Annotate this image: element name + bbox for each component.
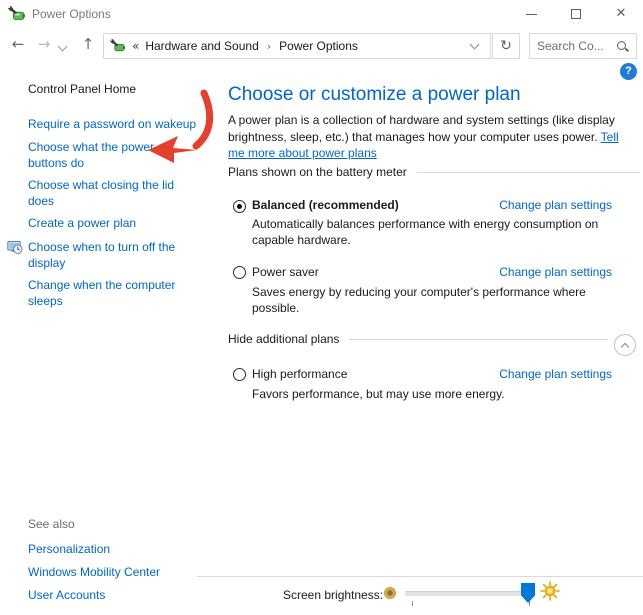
- title-bar: Power Options ✕: [0, 0, 643, 28]
- history-dropdown-icon[interactable]: [57, 41, 68, 52]
- chevron-up-icon: [620, 342, 630, 352]
- search-input[interactable]: [537, 39, 616, 53]
- search-icon[interactable]: [616, 40, 629, 53]
- sidebar-item-closing-lid[interactable]: Choose what closing the lid does: [28, 177, 180, 209]
- sidebar-item-turn-off-display[interactable]: Choose when to turn off the display: [28, 239, 180, 271]
- search-box[interactable]: [529, 33, 637, 59]
- footer-divider: [197, 576, 643, 577]
- power-options-window: Power Options ✕ ← → ↑ « Hardware and Sou…: [0, 0, 643, 615]
- plan-description-high-performance: Favors performance, but may use more ene…: [252, 387, 505, 401]
- help-icon[interactable]: ?: [620, 63, 637, 80]
- screen-brightness-label: Screen brightness:: [283, 588, 384, 602]
- plan-name-balanced[interactable]: Balanced (recommended): [252, 198, 399, 212]
- breadcrumb-collapse-chevrons[interactable]: «: [132, 39, 139, 53]
- radio-power-saver[interactable]: [233, 266, 246, 279]
- maximize-button[interactable]: [559, 0, 593, 28]
- address-dropdown-icon[interactable]: [469, 39, 480, 50]
- sidebar-item-require-password[interactable]: Require a password on wakeup: [28, 116, 196, 132]
- sidebar-item-control-panel-home[interactable]: Control Panel Home: [28, 81, 136, 97]
- brightness-low-sun-icon: [384, 587, 396, 599]
- breadcrumb-separator-icon: ›: [266, 39, 272, 53]
- sidebar-item-windows-mobility-center[interactable]: Windows Mobility Center: [28, 564, 160, 580]
- change-plan-settings-link-power-saver[interactable]: Change plan settings: [499, 265, 612, 279]
- sidebar-item-user-accounts[interactable]: User Accounts: [28, 587, 105, 603]
- brightness-slider-thumb[interactable]: [521, 583, 535, 603]
- plan-name-power-saver[interactable]: Power saver: [252, 265, 319, 279]
- refresh-button[interactable]: ↻: [492, 33, 520, 59]
- brightness-slider-track[interactable]: [405, 591, 533, 596]
- sidebar-item-power-buttons[interactable]: Choose what the power buttons do: [28, 139, 180, 171]
- section-header-additional-plans: Hide additional plans: [228, 332, 608, 346]
- up-button[interactable]: ↑: [76, 28, 100, 62]
- power-options-breadcrumb-icon: [110, 38, 126, 52]
- sleep-moon-icon: [7, 278, 23, 294]
- radio-high-performance[interactable]: [233, 368, 246, 381]
- minimize-button[interactable]: [514, 0, 548, 28]
- sidebar-item-personalization[interactable]: Personalization: [28, 541, 110, 557]
- window-title: Power Options: [32, 7, 111, 21]
- section-header-rule: [349, 338, 608, 340]
- section-header-battery-meter: Plans shown on the battery meter: [228, 165, 640, 179]
- forward-button[interactable]: →: [32, 28, 56, 62]
- plan-description-balanced: Automatically balances performance with …: [252, 217, 599, 247]
- change-plan-settings-link-high-performance[interactable]: Change plan settings: [499, 367, 612, 381]
- section-header-label: Hide additional plans: [228, 332, 340, 346]
- brightness-high-sun-icon: [540, 581, 560, 601]
- radio-balanced[interactable]: [233, 200, 246, 213]
- maximize-icon: [571, 9, 581, 19]
- collapse-additional-plans-button[interactable]: [614, 334, 636, 356]
- minimize-icon: [525, 14, 537, 15]
- slider-tick: [412, 601, 413, 606]
- section-header-label: Plans shown on the battery meter: [228, 165, 407, 179]
- intro-text: A power plan is a collection of hardware…: [228, 113, 615, 144]
- page-title: Choose or customize a power plan: [228, 84, 521, 105]
- navigation-bar: ← → ↑ « Hardware and Sound › Power Optio…: [0, 28, 643, 62]
- plan-description-power-saver: Saves energy by reducing your computer's…: [252, 285, 586, 315]
- power-options-app-icon: [8, 5, 25, 20]
- display-clock-icon: [7, 241, 23, 254]
- change-plan-settings-link-balanced[interactable]: Change plan settings: [499, 198, 612, 212]
- intro-paragraph: A power plan is a collection of hardware…: [228, 112, 628, 162]
- breadcrumb-item-hardware-and-sound[interactable]: Hardware and Sound: [145, 39, 258, 53]
- sidebar-item-computer-sleeps[interactable]: Change when the computer sleeps: [28, 277, 180, 309]
- sidebar-item-create-power-plan[interactable]: Create a power plan: [28, 215, 136, 231]
- back-button[interactable]: ←: [6, 28, 30, 62]
- see-also-header: See also: [28, 517, 75, 531]
- section-header-rule: [416, 171, 640, 173]
- close-button[interactable]: ✕: [604, 0, 638, 28]
- plan-name-high-performance[interactable]: High performance: [252, 367, 347, 381]
- breadcrumb-item-power-options[interactable]: Power Options: [279, 39, 358, 53]
- address-bar[interactable]: « Hardware and Sound › Power Options: [103, 33, 491, 59]
